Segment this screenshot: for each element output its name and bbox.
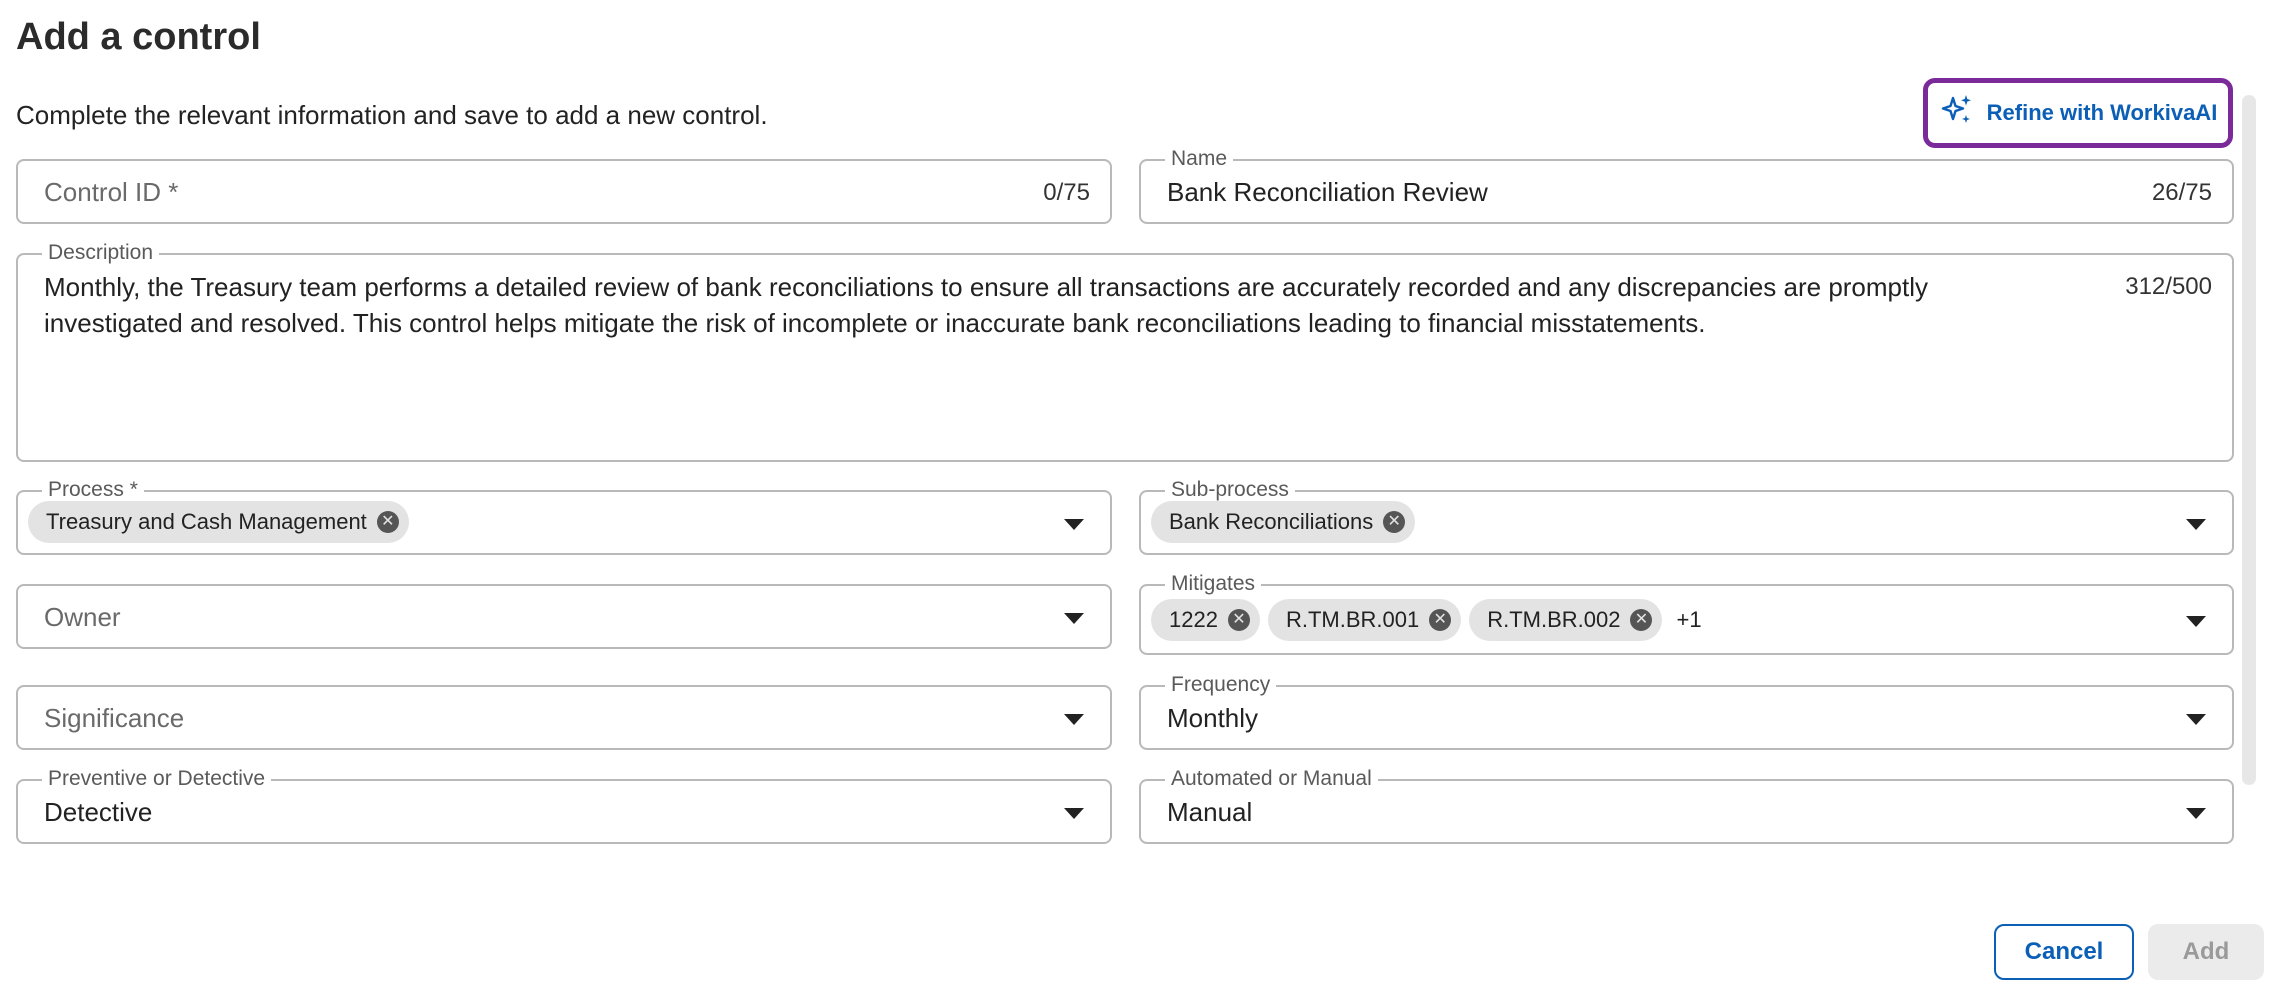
owner-placeholder: Owner [44,602,121,632]
process-label: Process * [42,478,144,502]
preventive-or-detective-select[interactable]: Preventive or Detective Detective [16,767,1112,844]
remove-chip-icon[interactable]: ✕ [1429,609,1452,631]
process-chip: Treasury and Cash Management ✕ [28,501,409,543]
remove-chip-icon[interactable]: ✕ [1227,609,1250,631]
frequency-select[interactable]: Frequency Monthly [1139,673,2234,750]
automated-or-manual-select[interactable]: Automated or Manual Manual [1139,767,2234,844]
mitigates-select[interactable]: Mitigates 1222 ✕ R.TM.BR.001 ✕ R.TM.BR.0… [1139,572,2234,655]
add-button[interactable]: Add [2148,924,2264,980]
chevron-down-icon[interactable] [1064,519,1084,530]
name-label: Name [1165,147,1234,171]
remove-chip-icon[interactable]: ✕ [376,511,399,533]
automated-or-manual-value: Manual [1167,797,1253,827]
name-counter: 26/75 [2151,179,2212,206]
sub-process-label: Sub-process [1165,478,1295,502]
name-value: Bank Reconciliation Review [1167,177,1488,207]
dialog-subtitle: Complete the relevant information and sa… [16,100,768,130]
mitigates-chip: R.TM.BR.001 ✕ [1267,599,1462,641]
remove-chip-icon[interactable]: ✕ [1383,511,1406,533]
description-field[interactable]: Description Monthly, the Treasury team p… [16,241,2234,462]
remove-chip-icon[interactable]: ✕ [1630,609,1653,631]
dialog-title: Add a control [16,16,261,58]
cancel-button[interactable]: Cancel [1994,924,2134,980]
sub-process-select[interactable]: Sub-process Bank Reconciliations ✕ [1139,478,2234,555]
description-counter: 312/500 [2125,273,2212,300]
mitigates-chip: 1222 ✕ [1151,599,1260,641]
automated-or-manual-label: Automated or Manual [1165,767,1378,791]
process-select[interactable]: Process * Treasury and Cash Management ✕ [16,478,1112,555]
chevron-down-icon[interactable] [1064,808,1084,819]
preventive-or-detective-value: Detective [44,797,153,827]
chevron-down-icon[interactable] [2186,616,2206,627]
sub-process-chip: Bank Reconciliations ✕ [1151,501,1416,543]
refine-label: Refine with WorkivaAI [1986,100,2218,125]
owner-select[interactable]: Owner [16,584,1112,649]
name-field[interactable]: Name Bank Reconciliation Review 26/75 [1139,147,2234,224]
mitigates-chip: R.TM.BR.002 ✕ [1469,599,1663,641]
mitigates-more-count[interactable]: +1 [1676,607,1701,633]
chevron-down-icon[interactable] [2186,808,2206,819]
refine-with-ai-button[interactable]: Refine with WorkivaAI [1923,78,2233,148]
description-value: Monthly, the Treasury team performs a de… [44,272,1929,338]
chevron-down-icon[interactable] [1064,613,1084,624]
frequency-label: Frequency [1165,673,1277,697]
significance-placeholder: Significance [44,703,185,733]
significance-select[interactable]: Significance [16,685,1112,750]
control-id-field[interactable]: Control ID * 0/75 [16,159,1112,224]
scrollbar[interactable] [2242,95,2256,785]
sparkles-icon [1939,92,1975,134]
control-id-placeholder: Control ID * [44,177,179,207]
preventive-or-detective-label: Preventive or Detective [42,767,272,791]
frequency-value: Monthly [1167,703,1259,733]
chevron-down-icon[interactable] [2186,714,2206,725]
control-id-counter: 0/75 [1043,179,1090,206]
chevron-down-icon[interactable] [2186,519,2206,530]
description-label: Description [42,241,160,265]
mitigates-label: Mitigates [1165,572,1262,596]
chevron-down-icon[interactable] [1064,714,1084,725]
